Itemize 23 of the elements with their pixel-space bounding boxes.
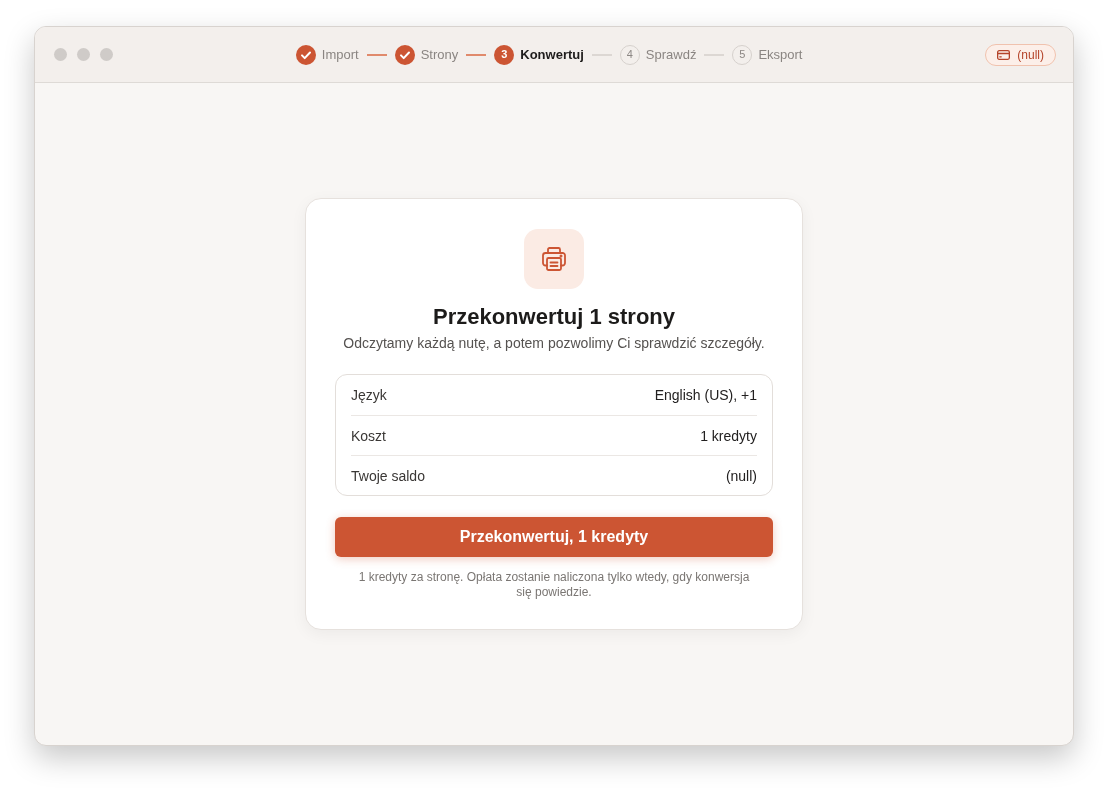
step-number: 3 — [494, 44, 515, 65]
detail-label: Twoje saldo — [351, 466, 425, 485]
dialog-title: Przekonwertuj 1 strony — [432, 303, 676, 331]
printer-icon — [524, 229, 584, 289]
detail-label: Język — [351, 386, 387, 404]
step-label: Import — [321, 46, 359, 63]
dialog-subtitle: Odczytamy każdą nutę, a potem pozwolimy Ci sprawdzić szczegóły. — [343, 334, 765, 353]
credits-balance: (null) — [1017, 47, 1044, 62]
step-label: Eksport — [758, 46, 803, 63]
zoom-window-icon[interactable] — [100, 48, 113, 61]
credit-card-icon — [997, 49, 1011, 60]
step-label: Sprawdź — [645, 46, 697, 63]
close-window-icon[interactable] — [54, 48, 67, 61]
detail-value: (null) — [725, 466, 757, 485]
credits-badge[interactable]: (null) — [985, 43, 1056, 66]
minimize-window-icon[interactable] — [77, 48, 90, 61]
detail-value: English (US), +1 — [654, 386, 757, 404]
detail-value: 1 kredyty — [700, 426, 757, 445]
step-label: Strony — [420, 46, 459, 63]
pricing-note: 1 kredyty za stronę. Opłata zostanie naliczona tylko wtedy, gdy konwersja się powiedzie. — [357, 570, 751, 600]
convert-button[interactable]: Przekonwertuj, 1 kredyty — [335, 517, 773, 557]
step-label: Konwertuj — [520, 46, 584, 63]
detail-label: Koszt — [351, 426, 386, 445]
